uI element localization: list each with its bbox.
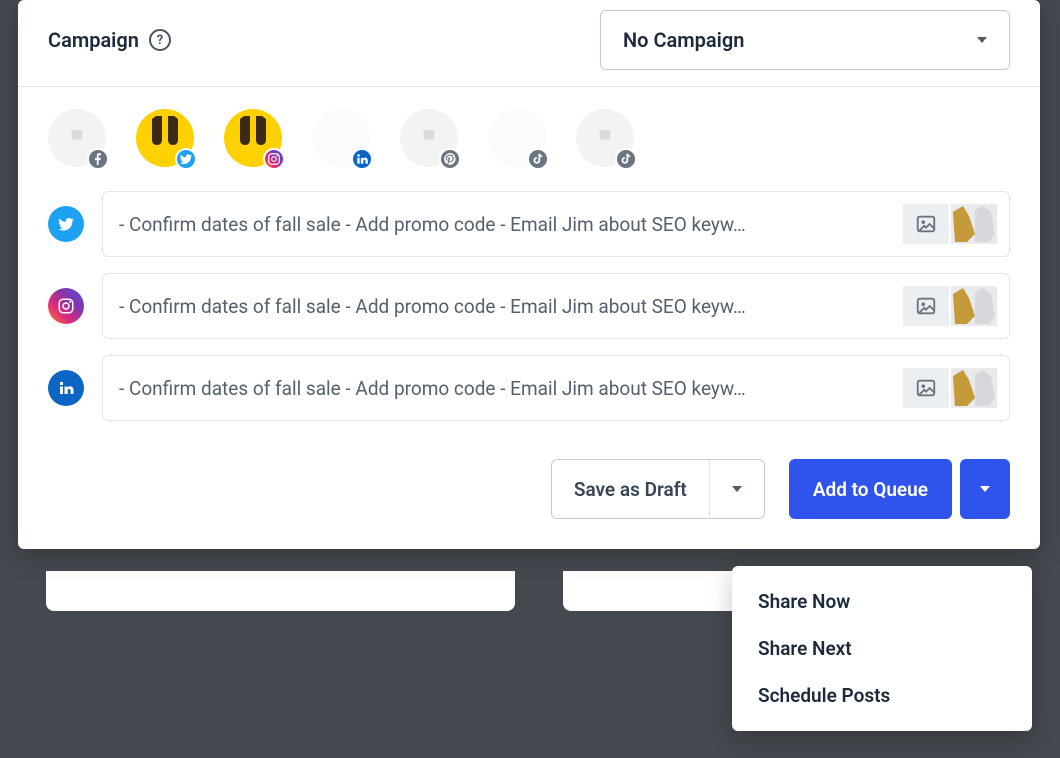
add-to-queue-dropdown-button[interactable] <box>960 459 1010 519</box>
campaign-title: Campaign <box>48 28 139 52</box>
chevron-down-icon <box>977 37 987 43</box>
instagram-icon <box>263 148 285 170</box>
profile-facebook[interactable] <box>48 109 106 167</box>
queue-dropdown-menu: Share Now Share Next Schedule Posts <box>732 566 1032 731</box>
avatar-placeholder-icon <box>66 127 88 149</box>
attachment-thumbnail[interactable] <box>951 286 997 326</box>
post-text: - Confirm dates of fall sale - Add promo… <box>119 295 903 318</box>
profile-instagram[interactable] <box>224 109 282 167</box>
menu-item-share-next[interactable]: Share Next <box>732 625 1032 672</box>
image-icon[interactable] <box>903 286 949 326</box>
avatar-placeholder-icon <box>594 127 616 149</box>
add-to-queue-label: Add to Queue <box>789 478 952 501</box>
save-draft-button-group: Save as Draft <box>551 459 765 519</box>
save-draft-button[interactable]: Save as Draft <box>552 478 709 501</box>
post-attachments <box>903 204 997 244</box>
post-row-twitter: - Confirm dates of fall sale - Add promo… <box>48 191 1010 257</box>
attachment-thumbnail[interactable] <box>951 204 997 244</box>
campaign-dropdown[interactable]: No Campaign <box>600 10 1010 70</box>
twitter-icon <box>175 148 197 170</box>
post-row-linkedin: - Confirm dates of fall sale - Add promo… <box>48 355 1010 421</box>
profile-picker <box>18 87 1040 183</box>
menu-item-schedule-posts[interactable]: Schedule Posts <box>732 672 1032 719</box>
profile-twitter[interactable] <box>136 109 194 167</box>
post-text: - Confirm dates of fall sale - Add promo… <box>119 213 903 236</box>
post-attachments <box>903 286 997 326</box>
post-row-body[interactable]: - Confirm dates of fall sale - Add promo… <box>102 355 1010 421</box>
avatar-placeholder-icon <box>418 127 440 149</box>
add-to-queue-button[interactable]: Add to Queue <box>789 459 952 519</box>
menu-item-share-now[interactable]: Share Now <box>732 578 1032 625</box>
image-icon[interactable] <box>903 368 949 408</box>
campaign-dropdown-label: No Campaign <box>623 28 744 52</box>
post-list: - Confirm dates of fall sale - Add promo… <box>18 183 1040 459</box>
tiktok-icon <box>527 148 549 170</box>
post-row-body[interactable]: - Confirm dates of fall sale - Add promo… <box>102 273 1010 339</box>
post-row-instagram: - Confirm dates of fall sale - Add promo… <box>48 273 1010 339</box>
footer-actions: Save as Draft Add to Queue <box>18 459 1040 549</box>
linkedin-icon <box>48 370 84 406</box>
tiktok-icon <box>615 148 637 170</box>
help-icon[interactable]: ? <box>149 29 171 51</box>
campaign-header: Campaign ? No Campaign <box>18 0 1040 87</box>
post-row-body[interactable]: - Confirm dates of fall sale - Add promo… <box>102 191 1010 257</box>
chevron-down-icon <box>732 486 742 492</box>
facebook-icon <box>87 148 109 170</box>
post-attachments <box>903 368 997 408</box>
image-icon[interactable] <box>903 204 949 244</box>
chevron-down-icon <box>980 486 990 492</box>
profile-pinterest[interactable] <box>400 109 458 167</box>
twitter-icon <box>48 206 84 242</box>
pinterest-icon <box>439 148 461 170</box>
post-text: - Confirm dates of fall sale - Add promo… <box>119 377 903 400</box>
attachment-thumbnail[interactable] <box>951 368 997 408</box>
profile-tiktok-1[interactable] <box>488 109 546 167</box>
linkedin-icon <box>351 148 373 170</box>
compose-modal: Campaign ? No Campaign <box>18 0 1040 549</box>
save-draft-dropdown-button[interactable] <box>709 460 764 518</box>
instagram-icon <box>48 288 84 324</box>
profile-linkedin[interactable] <box>312 109 370 167</box>
profile-tiktok-2[interactable] <box>576 109 634 167</box>
